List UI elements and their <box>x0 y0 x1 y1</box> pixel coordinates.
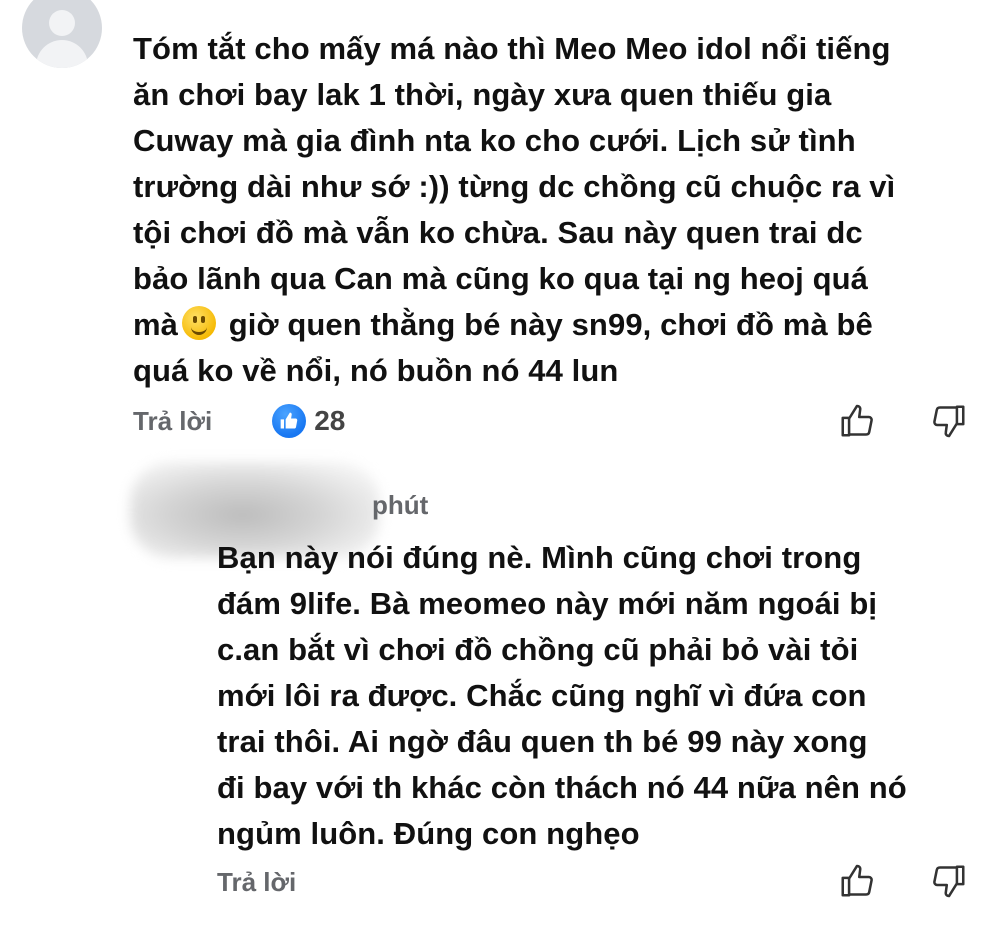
like-count: 28 <box>314 405 346 436</box>
comment-timestamp: phút <box>372 490 429 520</box>
reaction-summary[interactable]: 28 <box>272 404 345 438</box>
comment-text: Tóm tắt cho mấy má nào thì Meo Meo idol … <box>133 26 983 394</box>
reply-button[interactable]: Trả lời <box>133 406 212 437</box>
comment-actions: Trả lời 28 <box>133 401 345 441</box>
downvote-icon[interactable] <box>930 862 968 900</box>
avatar-head-shape <box>49 10 75 36</box>
smiley-emoji-icon <box>182 306 217 340</box>
comment-text-part2: giờ quen thằng bé này sn99, chơi đồ mà b… <box>133 307 873 388</box>
avatar-body-shape <box>36 40 88 68</box>
reply-comment-actions: Trả lời <box>217 862 296 902</box>
upvote-icon[interactable] <box>838 402 876 440</box>
like-reaction-icon <box>272 404 307 438</box>
reply-button[interactable]: Trả lời <box>217 867 296 898</box>
upvote-icon[interactable] <box>838 862 876 900</box>
reply-comment-text: Bạn này nói đúng nè. Mình cũng chơi tron… <box>217 540 907 851</box>
downvote-icon[interactable] <box>930 402 968 440</box>
avatar[interactable] <box>22 0 102 68</box>
comment-text-part1: Tóm tắt cho mấy má nào thì Meo Meo idol … <box>133 31 896 342</box>
